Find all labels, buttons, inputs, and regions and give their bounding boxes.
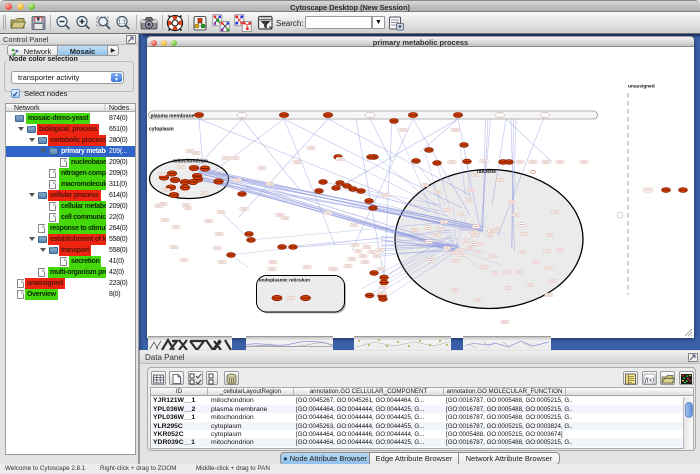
svg-text:f(x): f(x) (645, 377, 654, 384)
svg-text:mitochondrion: mitochondrion (173, 159, 208, 165)
svg-text:nucleus: nucleus (477, 169, 496, 175)
svg-text:plasma membrane: plasma membrane (151, 113, 195, 119)
svg-text:unassigned: unassigned (628, 84, 655, 90)
svg-text:endoplasmic reticulum: endoplasmic reticulum (259, 278, 310, 283)
svg-text:cytoplasm: cytoplasm (149, 127, 174, 133)
svg-text:1:1: 1:1 (118, 20, 126, 26)
